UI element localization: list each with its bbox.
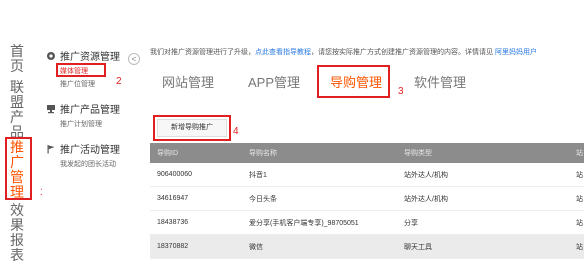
upgrade-notice: 我们对推广资源管理进行了升级，点此查看指导教程，请您按实际推广方式创建推广资源管… — [150, 47, 537, 57]
cell-name: 今日头条 — [242, 186, 397, 211]
annotation-box-3 — [317, 65, 390, 98]
menu-group-activities[interactable]: 推广活动管理 — [46, 141, 120, 156]
table-row[interactable]: 906400060 抖音1 站外达人/机构 站 — [150, 163, 584, 187]
alimama-user-link[interactable]: 阿里妈妈用户 — [495, 49, 537, 56]
left-vertical-nav: 首页 联盟产品 推广管理 效果报表 — [0, 0, 36, 270]
cell-name: 爱分享(手机客户端专享)_98705051 — [242, 210, 397, 235]
collapse-sidebar-icon[interactable]: < — [128, 53, 140, 65]
annotation-box-2 — [56, 63, 106, 77]
nav-home[interactable]: 首页 — [9, 44, 25, 74]
column-header-name: 导购名称 — [242, 143, 397, 163]
menu-group-label: 推广产品管理 — [60, 105, 120, 116]
annotation-number-2: 2 — [116, 76, 122, 87]
cell-name: 抖音1 — [242, 163, 397, 187]
annotation-box-4 — [153, 115, 231, 141]
notice-text: 我们对推广资源管理进行了升级， — [150, 49, 255, 56]
cell-extra: 站 — [569, 210, 584, 235]
annotation-box-1 — [5, 137, 32, 200]
table-header-row: 导购ID 导购名称 导购类型 站 — [150, 143, 584, 163]
nav-effect-reports[interactable]: 效果报表 — [9, 203, 25, 263]
cell-extra: 站 — [569, 234, 584, 259]
cell-name: 微信 — [242, 234, 397, 259]
guide-table: 导购ID 导购名称 导购类型 站 906400060 抖音1 站外达人/机构 站… — [150, 143, 584, 259]
cell-id: 906400060 — [150, 163, 242, 187]
side-menu: 推广资源管理 媒体管理 推广位管理 推广产品管理 推广计划管理 推广活动管理 我… — [42, 0, 146, 270]
cell-extra: 站 — [569, 186, 584, 211]
notice-text: ，请您按实际推广方式创建推广资源管理的内容。详情请见 — [311, 49, 495, 56]
tab-software[interactable]: 软件管理 — [414, 72, 466, 91]
cell-extra: 站 — [569, 163, 584, 187]
menu-item-adzone[interactable]: 推广位管理 — [60, 79, 95, 89]
nav-union-products[interactable]: 联盟产品 — [9, 80, 25, 140]
gear-icon — [46, 51, 56, 61]
flag-icon — [46, 144, 56, 154]
column-header-extra: 站 — [569, 143, 584, 163]
tutorial-link[interactable]: 点此查看指导教程 — [255, 49, 311, 56]
tab-app[interactable]: APP管理 — [248, 72, 300, 91]
menu-group-resources[interactable]: 推广资源管理 — [46, 48, 120, 63]
annotation-number-4: 4 — [233, 126, 239, 137]
computer-icon — [46, 104, 56, 114]
cell-id: 34616947 — [150, 186, 242, 211]
cell-id: 18370882 — [150, 234, 242, 259]
table-row[interactable]: 34616947 今日头条 站外达人/机构 站 — [150, 186, 584, 211]
menu-item-plan[interactable]: 推广计划管理 — [60, 119, 102, 129]
table-row[interactable]: 18438736 爱分享(手机客户端专享)_98705051 分享 站 — [150, 210, 584, 235]
cell-id: 18438736 — [150, 210, 242, 235]
tab-website[interactable]: 网站管理 — [162, 72, 214, 91]
annotation-number-3: 3 — [398, 86, 404, 97]
cell-type: 站外达人/机构 — [397, 163, 569, 187]
table-row[interactable]: 18370882 微信 聊天工具 站 — [150, 234, 584, 259]
menu-group-label: 推广资源管理 — [60, 52, 120, 63]
menu-group-label: 推广活动管理 — [60, 145, 120, 156]
menu-group-products[interactable]: 推广产品管理 — [46, 101, 120, 116]
menu-item-leader-activity[interactable]: 我发起的团长活动 — [60, 159, 116, 169]
cell-type: 分享 — [397, 210, 569, 235]
column-header-type: 导购类型 — [397, 143, 569, 163]
cell-type: 站外达人/机构 — [397, 186, 569, 211]
column-header-id: 导购ID — [150, 143, 242, 163]
cell-type: 聊天工具 — [397, 234, 569, 259]
